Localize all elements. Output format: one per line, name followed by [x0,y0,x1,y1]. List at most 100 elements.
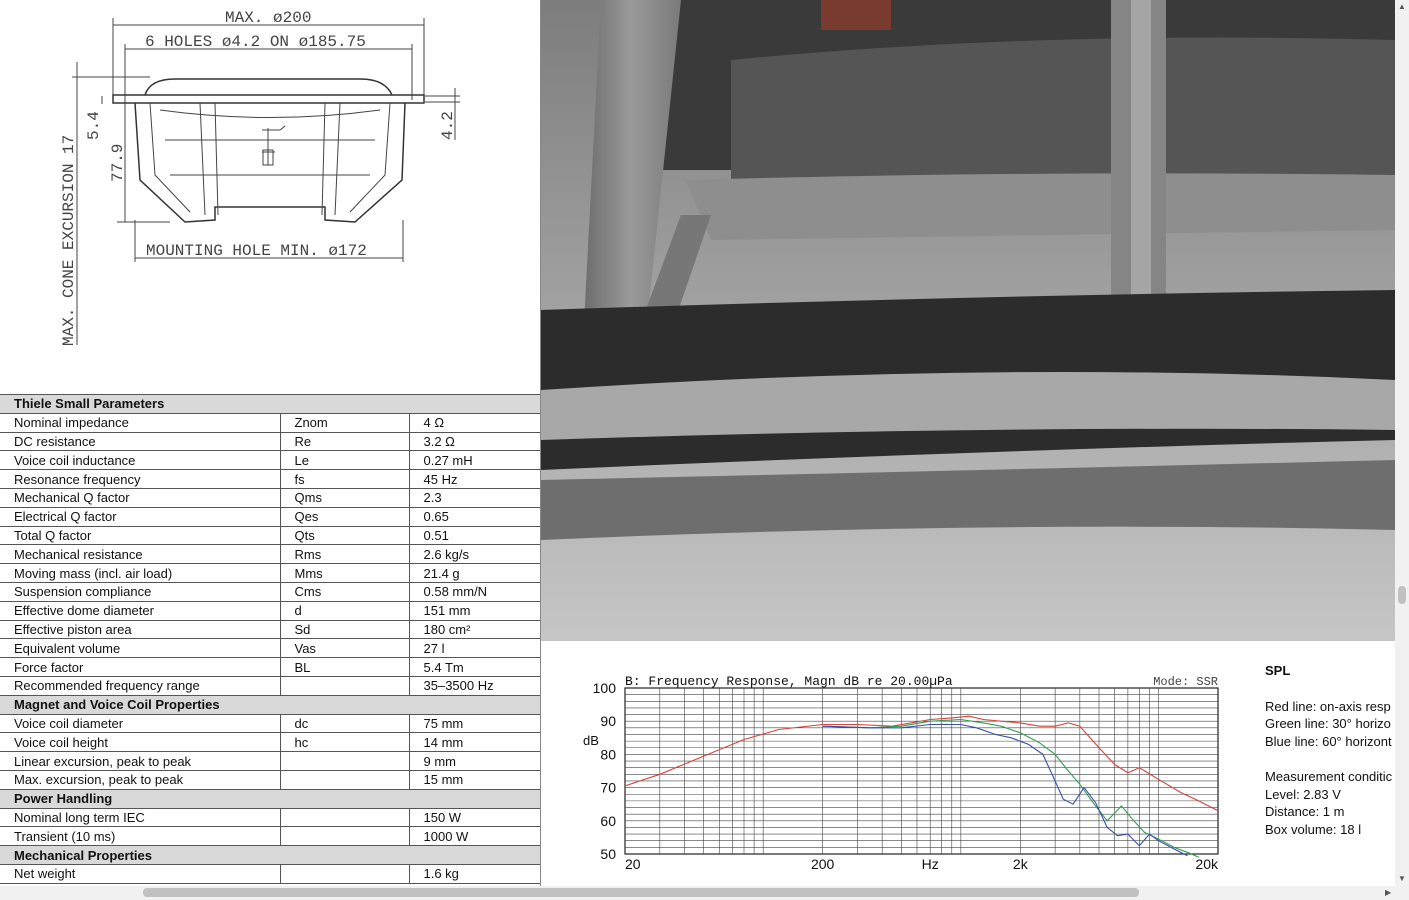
table-row: Net weight 1.6 kg [0,864,540,884]
parameter-name: Recommended frequency range [0,676,280,696]
blue-line-label: Blue line: 60° horizont [1265,733,1392,749]
table-row: Total Q factor Qts 0.51 [0,526,540,546]
parameter-name: Suspension compliance [0,582,280,602]
depth-dimension-label: 77.9 [109,144,127,182]
parameter-value: 150 W [408,808,540,828]
parameter-name: Voice coil diameter [0,714,280,734]
parameter-symbol: Cms [279,582,409,602]
measurement-conditions-label: Measurement conditic [1265,769,1393,784]
parameter-name: Voice coil height [0,732,280,753]
parameter-name: Electrical Q factor [0,507,280,527]
scroll-right-arrow-icon[interactable]: ▶ [1385,888,1391,898]
parameters-table: Thiele Small Parameters Nominal impedance… [0,394,540,884]
parameter-symbol: Qes [279,507,409,527]
table-row: Effective dome diameter d 151 mm [0,601,540,621]
parameter-symbol: dc [279,714,409,734]
parameter-name: Nominal impedance [0,413,280,433]
x-tick-label: 200 [811,856,835,872]
parameter-value: 2.3 [408,488,540,508]
table-row: Resonance frequency fs 45 Hz [0,469,540,489]
section-header: Thiele Small Parameters [0,394,540,414]
table-row: Force factor BL 5.4 Tm [0,657,540,677]
spl-title: SPL [1265,663,1291,678]
parameter-value: 180 cm² [408,620,540,640]
x-tick-label: Hz [922,856,939,872]
parameter-name: Moving mass (incl. air load) [0,563,280,583]
top-dimension-label: 5.4 [85,111,103,140]
left-panel: MAX. ø200 6 HOLES ø4.2 ON ø185.75 MOUNTI… [0,0,541,886]
frequency-response-chart: 100 90 80 70 60 50 20 200 Hz 2k 20k dB B: Frequency … [583,674,1219,872]
parameter-symbol [279,770,409,790]
parameter-symbol [279,864,409,884]
speaker-photo [541,0,1395,641]
parameter-symbol: Sd [279,620,409,640]
y-tick-label: 70 [600,780,616,796]
vertical-scrollbar[interactable]: ▲ ▼ [1395,0,1409,886]
parameter-symbol: Mms [279,563,409,583]
table-row: Mechanical resistance Rms 2.6 kg/s [0,544,540,565]
section-title: Power Handling [0,788,540,809]
x-tick-label: 20 [625,856,641,872]
parameter-name: Effective dome diameter [0,601,280,621]
parameter-name: Equivalent volume [0,638,280,659]
parameter-name: DC resistance [0,432,280,452]
table-row: DC resistance Re 3.2 Ω [0,432,540,452]
holes-label: 6 HOLES ø4.2 ON ø185.75 [145,33,366,51]
table-row: Electrical Q factor Qes 0.65 [0,507,540,527]
parameter-symbol [279,676,409,696]
red-line-label: Red line: on-axis resp [1265,698,1391,714]
parameter-symbol: Le [279,450,409,471]
chart-mode: Mode: SSR [1153,675,1218,689]
chart-title: B: Frequency Response, Magn dB re 20.00µ… [625,674,953,689]
parameter-name: Transient (10 ms) [0,826,280,847]
green-line-label: Green line: 30° horizo [1265,716,1391,731]
section-header: Mechanical Properties [0,845,540,865]
section-title: Magnet and Voice Coil Properties [0,694,540,715]
flange-dimension-label: 4.2 [439,111,457,140]
parameter-name: Effective piston area [0,620,280,640]
parameter-value: 75 mm [408,714,540,734]
table-row: Linear excursion, peak to peak 9 mm [0,751,540,771]
vertical-scroll-thumb[interactable] [1398,586,1406,604]
level-label: Level: 2.83 V [1265,786,1341,802]
parameter-value: 1000 W [408,826,540,847]
parameter-symbol: Qts [279,526,409,546]
parameter-symbol [279,808,409,828]
parameter-name: Mechanical resistance [0,544,280,565]
table-row: Voice coil inductance Le 0.27 mH [0,450,540,471]
parameter-value: 151 mm [408,601,540,621]
spl-legend: SPL Red line: on-axis resp Green line: 3… [1265,662,1395,838]
table-row: Voice coil diameter dc 75 mm [0,714,540,734]
parameter-value: 45 Hz [408,469,540,489]
parameter-value: 15 mm [408,770,540,790]
horizontal-scrollbar[interactable]: ▶ [0,886,1409,900]
table-row: Max. excursion, peak to peak 15 mm [0,770,540,790]
box-volume-label: Box volume: 18 l [1265,821,1362,837]
parameter-name: Force factor [0,657,280,677]
speaker-technical-drawing: MAX. ø200 6 HOLES ø4.2 ON ø185.75 MOUNTI… [60,9,460,346]
horizontal-scroll-thumb[interactable] [143,888,1139,897]
parameter-name: Mechanical Q factor [0,488,280,508]
section-header: Magnet and Voice Coil Properties [0,694,540,715]
parameter-value: 14 mm [408,732,540,753]
parameter-symbol: Rms [279,544,409,565]
parameter-name: Total Q factor [0,526,280,546]
mounting-hole-label: MOUNTING HOLE MIN. ø172 [146,242,367,260]
scroll-down-arrow-icon[interactable]: ▼ [1398,874,1406,884]
parameter-value: 3.2 Ω [408,432,540,452]
parameter-symbol: BL [279,657,409,677]
max-diameter-label: MAX. ø200 [225,9,311,27]
parameter-value: 5.4 Tm [408,657,540,677]
parameter-name: Linear excursion, peak to peak [0,751,280,771]
parameter-name: Net weight [0,864,280,884]
parameter-value: 21.4 g [408,563,540,583]
parameter-symbol: d [279,601,409,621]
table-row: Suspension compliance Cms 0.58 mm/N [0,582,540,602]
y-axis-label: dB [583,733,599,748]
parameter-symbol: hc [279,732,409,753]
parameter-symbol: fs [279,469,409,489]
x-tick-label: 2k [1013,856,1029,872]
parameter-value: 0.27 mH [408,450,540,471]
parameter-value: 27 l [408,638,540,659]
scroll-up-arrow-icon[interactable]: ▲ [1398,2,1406,12]
